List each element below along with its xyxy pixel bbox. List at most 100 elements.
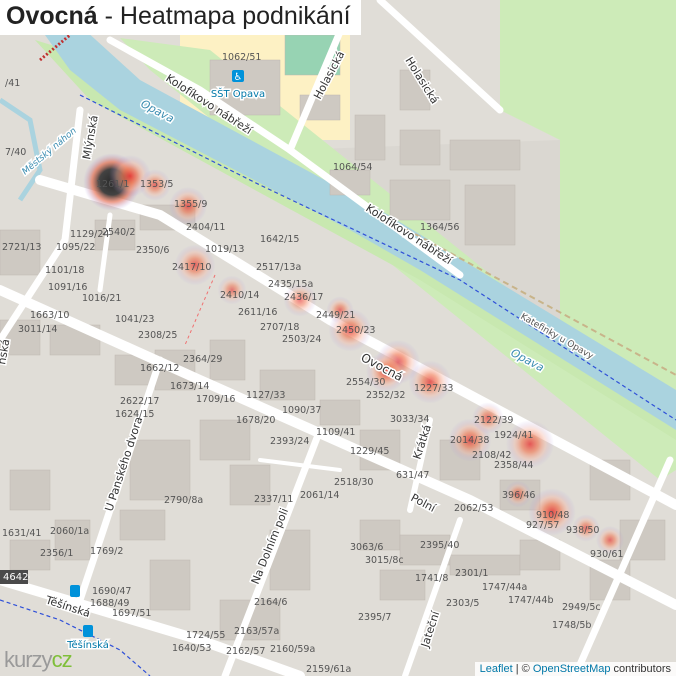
logo-part-1: kurzy	[4, 647, 53, 672]
page-title: Ovocná - Heatmapa podnikání	[0, 0, 361, 35]
house-number-label: 1229/45	[350, 446, 389, 457]
house-number-label: 1640/53	[172, 643, 211, 654]
house-number-label: 1090/37	[282, 405, 321, 416]
house-number-label: 1353/5	[140, 179, 173, 190]
house-number-label: 1624/15	[115, 409, 154, 420]
house-number-label: 2721/13	[2, 242, 41, 253]
house-number-label: 1127/33	[246, 390, 285, 401]
title-street: Ovocná	[6, 2, 98, 30]
house-number-label: 2062/53	[454, 503, 493, 514]
house-number-label: 1662/12	[140, 363, 179, 374]
house-number-label: 1678/20	[236, 415, 275, 426]
house-number-label: 1748/5b	[552, 620, 591, 631]
house-number-label: 1095/22	[56, 242, 95, 253]
house-number-label: 1747/44a	[482, 582, 527, 593]
house-number-label: /41	[5, 78, 20, 89]
poi-label: Těšínská	[66, 639, 109, 651]
house-number-label: 1261/1	[96, 179, 129, 190]
poi-label: SŠT Opava	[211, 87, 265, 100]
house-number-label: 2622/17	[120, 396, 159, 407]
house-number-label: 1697/51	[112, 608, 151, 619]
house-number-label: 3015/8c	[365, 555, 404, 566]
map-canvas[interactable]: OvocnáKolofíkovo nábřežíKolofíkovo nábře…	[0, 0, 676, 676]
house-number-label: 2449/21	[316, 310, 355, 321]
house-number-label: 2503/24	[282, 334, 321, 345]
house-number-label: 2164/6	[254, 597, 287, 608]
leaflet-link[interactable]: Leaflet	[480, 663, 513, 675]
house-number-label: 7/40	[5, 147, 26, 158]
house-number-label: 2410/14	[220, 290, 259, 301]
house-number-label: 1062/51	[222, 52, 261, 63]
osm-link[interactable]: OpenStreetMap	[533, 663, 611, 675]
attribution-contributors: contributors	[610, 663, 671, 675]
house-number-label: 2060/1a	[50, 526, 89, 537]
house-number-label: 396/46	[502, 490, 535, 501]
house-number-label: 1019/13	[205, 244, 244, 255]
house-number-label: 1227/33	[414, 383, 453, 394]
house-number-label: 2162/57	[226, 646, 265, 657]
house-number-label: 2356/1	[40, 548, 73, 559]
house-number-label: 1101/18	[45, 265, 84, 276]
house-number-label: 1064/54	[333, 162, 372, 173]
house-number-label: 2395/40	[420, 540, 459, 551]
house-number-label: 2949/5c	[562, 602, 601, 613]
house-number-label: 2435/15a	[268, 279, 313, 290]
house-number-label: 2554/30	[346, 377, 385, 388]
house-number-label: 2790/8a	[164, 495, 203, 506]
house-number-label: 2308/25	[138, 330, 177, 341]
house-number-label: 2404/11	[186, 222, 225, 233]
accessibility-icon[interactable]: ♿	[232, 70, 244, 83]
house-number-label: 2395/7	[358, 612, 391, 623]
house-number-label: 1364/56	[420, 222, 459, 233]
street-label: 4642	[3, 572, 28, 583]
house-number-label: 2061/14	[300, 490, 339, 501]
house-number-label: 1924/41	[494, 430, 533, 441]
house-number-label: 1016/21	[82, 293, 121, 304]
house-number-label: 2417/10	[172, 262, 211, 273]
house-number-label: 1091/16	[48, 282, 87, 293]
house-number-label: 2358/44	[494, 460, 533, 471]
house-number-label: 930/61	[590, 549, 623, 560]
house-number-label: 1663/10	[30, 310, 69, 321]
house-number-label: 1709/16	[196, 394, 235, 405]
house-number-label: 2393/24	[270, 436, 309, 447]
house-number-label: 2450/23	[336, 325, 375, 336]
title-suffix: - Heatmapa podnikání	[97, 2, 351, 30]
house-number-label: 2436/17	[284, 292, 323, 303]
house-number-label: 1642/15	[260, 234, 299, 245]
house-number-label: 2122/39	[474, 415, 513, 426]
svg-text:♿: ♿	[234, 72, 243, 83]
house-number-label: 2301/1	[455, 568, 488, 579]
map-attribution: Leaflet | © OpenStreetMap contributors	[474, 662, 676, 676]
house-number-label: 1041/23	[115, 314, 154, 325]
house-number-label: 1769/2	[90, 546, 123, 557]
house-number-label: 3011/14	[18, 324, 57, 335]
house-number-label: 938/50	[566, 525, 599, 536]
house-number-label: 1747/44b	[508, 595, 554, 606]
house-number-label: 2337/11	[254, 494, 293, 505]
house-number-label: 2159/61a	[306, 664, 351, 675]
house-number-label: 1673/14	[170, 381, 209, 392]
logo-part-2: cz	[51, 647, 73, 672]
house-number-label: 2517/13a	[256, 262, 301, 273]
house-number-label: 2160/59a	[270, 644, 315, 655]
house-number-label: 3063/6	[350, 542, 383, 553]
house-number-label: 2350/6	[136, 245, 169, 256]
house-number-label: 2014/38	[450, 435, 489, 446]
house-number-label: 631/47	[396, 470, 429, 481]
house-number-label: 1355/9	[174, 199, 207, 210]
heat-spot	[408, 360, 452, 404]
house-number-label: 3033/34	[390, 414, 429, 425]
house-number-label: 1631/41	[2, 528, 41, 539]
house-number-label: 1741/8	[415, 573, 448, 584]
house-number-label: 2364/29	[183, 354, 222, 365]
house-number-label: 927/57	[526, 520, 559, 531]
attribution-separator: | ©	[512, 663, 533, 675]
house-number-label: 2163/57a	[234, 626, 279, 637]
house-number-label: 2707/18	[260, 322, 299, 333]
house-number-label: 1724/55	[186, 630, 225, 641]
kurzy-logo[interactable]: kurzycz	[4, 647, 73, 673]
house-number-label: 1109/41	[316, 427, 355, 438]
house-number-label: 2303/5	[446, 598, 479, 609]
house-number-label: 2352/32	[366, 390, 405, 401]
